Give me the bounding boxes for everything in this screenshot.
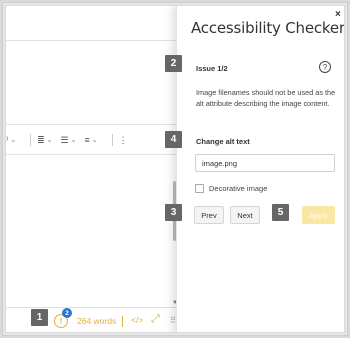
text-color-icon: ⁾ — [6, 134, 9, 145]
accessibility-checker-panel: Accessibility Checker × Issue 1/2 ? Imag… — [176, 6, 345, 332]
divider — [6, 124, 176, 125]
callout-marker-3: 3 — [165, 204, 182, 221]
callout-marker-2: 2 — [165, 55, 182, 72]
chevron-down-icon: ⌄ — [91, 137, 98, 144]
source-code-icon[interactable]: </> — [131, 315, 143, 325]
next-button[interactable]: Next — [230, 206, 260, 224]
divider — [6, 154, 176, 155]
editor-toolbar: ⁾ ⌄ ≣ ⌄ ☰ ⌄ ≡ ⌄ ⋮ — [6, 126, 186, 154]
resize-grip-icon[interactable]: ⠿ — [170, 316, 176, 325]
bullet-list-icon: ☰ — [60, 134, 69, 145]
more-options-button[interactable]: ⋮ — [119, 135, 128, 146]
close-icon[interactable]: × — [335, 9, 341, 20]
panel-title: Accessibility Checker — [191, 19, 345, 37]
more-vertical-icon: ⋮ — [118, 134, 128, 145]
callout-marker-4: 4 — [165, 131, 182, 148]
chevron-down-icon: ⌄ — [70, 137, 77, 144]
decorative-image-option[interactable]: Decorative image — [195, 184, 267, 193]
chevron-down-icon: ⌄ — [46, 137, 53, 144]
decorative-image-label: Decorative image — [209, 184, 268, 193]
toolbar-separator — [111, 134, 113, 146]
prev-button[interactable]: Prev — [194, 206, 224, 224]
numbered-list-button[interactable]: ≡ ⌄ — [84, 135, 97, 145]
callout-marker-1: 1 — [31, 309, 48, 326]
statusbar-separator — [122, 316, 123, 327]
divider — [6, 40, 176, 41]
fullscreen-icon[interactable]: ⤢ — [151, 313, 160, 326]
help-icon[interactable]: ? — [319, 61, 331, 73]
line-spacing-icon: ≣ — [37, 134, 45, 145]
bullet-list-button[interactable]: ☰ ⌄ — [61, 135, 77, 146]
issue-count-badge: 2 — [62, 308, 72, 318]
line-spacing-button[interactable]: ≣ ⌄ — [37, 135, 52, 146]
dropdown-chevron-button[interactable]: ⁾ ⌄ — [6, 135, 16, 146]
numbered-list-icon: ≡ — [84, 135, 90, 145]
alt-text-label: Change alt text — [196, 137, 250, 146]
callout-marker-5: 5 — [272, 204, 289, 221]
issue-description: Image filenames should not be used as th… — [196, 88, 336, 108]
apply-button[interactable]: Apply — [302, 206, 335, 224]
decorative-image-checkbox[interactable] — [195, 184, 204, 193]
issue-counter: Issue 1/2 — [196, 64, 228, 73]
chevron-down-icon: ⌄ — [10, 137, 17, 144]
warning-icon: ! — [59, 316, 63, 326]
alt-text-input[interactable] — [195, 154, 335, 172]
toolbar-separator — [30, 134, 32, 146]
word-count[interactable]: 264 words — [77, 316, 116, 326]
